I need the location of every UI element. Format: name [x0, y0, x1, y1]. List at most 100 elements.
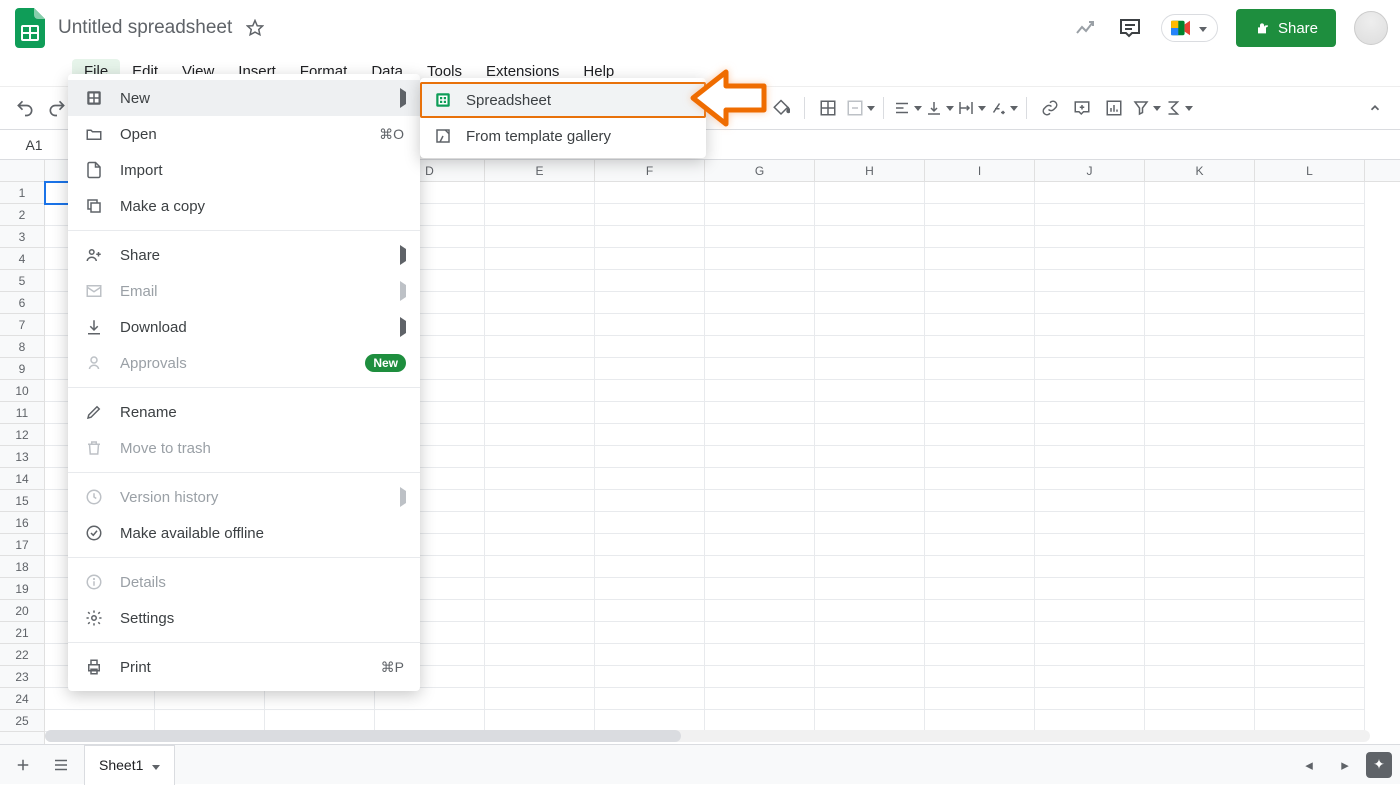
cell[interactable]	[1255, 534, 1365, 556]
cell[interactable]	[705, 644, 815, 666]
cell[interactable]	[595, 270, 705, 292]
cell[interactable]	[595, 248, 705, 270]
cell[interactable]	[1255, 292, 1365, 314]
cell[interactable]	[45, 688, 155, 710]
cell[interactable]	[1035, 512, 1145, 534]
cell[interactable]	[925, 534, 1035, 556]
cell[interactable]	[705, 314, 815, 336]
cell[interactable]	[485, 534, 595, 556]
cell[interactable]	[595, 314, 705, 336]
file-menu-share[interactable]: Share	[68, 237, 420, 273]
cell[interactable]	[1255, 226, 1365, 248]
cell[interactable]	[925, 358, 1035, 380]
cell[interactable]	[1255, 556, 1365, 578]
cell[interactable]	[595, 578, 705, 600]
cell[interactable]	[1255, 424, 1365, 446]
cell[interactable]	[1035, 688, 1145, 710]
meet-button[interactable]	[1161, 14, 1218, 42]
cell[interactable]	[925, 182, 1035, 204]
cell[interactable]	[925, 314, 1035, 336]
all-sheets-button[interactable]	[46, 750, 76, 780]
cell[interactable]	[1255, 710, 1365, 732]
row-header[interactable]: 6	[0, 292, 44, 314]
cell[interactable]	[1145, 182, 1255, 204]
cell[interactable]	[1255, 490, 1365, 512]
cell[interactable]	[705, 710, 815, 732]
cell[interactable]	[1145, 292, 1255, 314]
cell[interactable]	[815, 402, 925, 424]
cell[interactable]	[1255, 688, 1365, 710]
cell[interactable]	[815, 600, 925, 622]
row-header[interactable]: 12	[0, 424, 44, 446]
cell[interactable]	[705, 402, 815, 424]
cell[interactable]	[485, 314, 595, 336]
cell[interactable]	[1145, 248, 1255, 270]
cell[interactable]	[485, 292, 595, 314]
cell[interactable]	[595, 292, 705, 314]
cell[interactable]	[705, 490, 815, 512]
cell[interactable]	[925, 644, 1035, 666]
row-header[interactable]: 25	[0, 710, 44, 732]
cell[interactable]	[815, 270, 925, 292]
cell[interactable]	[1035, 490, 1145, 512]
cell[interactable]	[1145, 270, 1255, 292]
cell[interactable]	[705, 600, 815, 622]
cell[interactable]	[1255, 182, 1365, 204]
cell[interactable]	[1145, 644, 1255, 666]
row-header[interactable]: 8	[0, 336, 44, 358]
cell[interactable]	[1145, 556, 1255, 578]
row-header[interactable]: 14	[0, 468, 44, 490]
cell[interactable]	[1035, 226, 1145, 248]
cell[interactable]	[375, 710, 485, 732]
cell[interactable]	[1145, 578, 1255, 600]
cell[interactable]	[1145, 600, 1255, 622]
file-menu-download[interactable]: Download	[68, 309, 420, 345]
activity-trend-icon[interactable]	[1073, 15, 1099, 41]
cell[interactable]	[1145, 226, 1255, 248]
cell[interactable]	[815, 622, 925, 644]
cell[interactable]	[595, 204, 705, 226]
cell[interactable]	[1145, 512, 1255, 534]
cell[interactable]	[705, 534, 815, 556]
cell[interactable]	[485, 622, 595, 644]
cell[interactable]	[595, 402, 705, 424]
cell[interactable]	[815, 468, 925, 490]
document-title[interactable]: Untitled spreadsheet	[58, 17, 232, 39]
row-header[interactable]: 4	[0, 248, 44, 270]
cell[interactable]	[485, 204, 595, 226]
cell[interactable]	[815, 490, 925, 512]
cell[interactable]	[595, 622, 705, 644]
cell[interactable]	[1035, 424, 1145, 446]
cell[interactable]	[925, 622, 1035, 644]
chevron-down-icon[interactable]	[149, 757, 160, 773]
column-header[interactable]: K	[1145, 160, 1255, 181]
column-header[interactable]: J	[1035, 160, 1145, 181]
cell[interactable]	[1035, 204, 1145, 226]
row-header[interactable]: 17	[0, 534, 44, 556]
tab-scroll-left[interactable]: ◂	[1294, 750, 1324, 780]
cell[interactable]	[485, 270, 595, 292]
column-header[interactable]: G	[705, 160, 815, 181]
row-header[interactable]: 15	[0, 490, 44, 512]
horizontal-scrollbar[interactable]	[45, 730, 1370, 742]
cell[interactable]	[485, 490, 595, 512]
cell[interactable]	[485, 424, 595, 446]
cell[interactable]	[485, 248, 595, 270]
explore-button[interactable]: ✦	[1366, 752, 1392, 778]
file-menu-open[interactable]: Open ⌘O	[68, 116, 420, 152]
cell[interactable]	[1145, 688, 1255, 710]
row-header[interactable]: 1	[0, 182, 44, 204]
cell[interactable]	[925, 292, 1035, 314]
cell[interactable]	[1145, 424, 1255, 446]
cell[interactable]	[485, 644, 595, 666]
cell[interactable]	[595, 468, 705, 490]
cell[interactable]	[595, 336, 705, 358]
cell[interactable]	[1145, 534, 1255, 556]
row-header[interactable]: 23	[0, 666, 44, 688]
row-header[interactable]: 22	[0, 644, 44, 666]
cell[interactable]	[595, 534, 705, 556]
file-menu-print[interactable]: Print ⌘P	[68, 649, 420, 685]
cell[interactable]	[705, 556, 815, 578]
cell[interactable]	[1035, 622, 1145, 644]
row-header[interactable]: 24	[0, 688, 44, 710]
